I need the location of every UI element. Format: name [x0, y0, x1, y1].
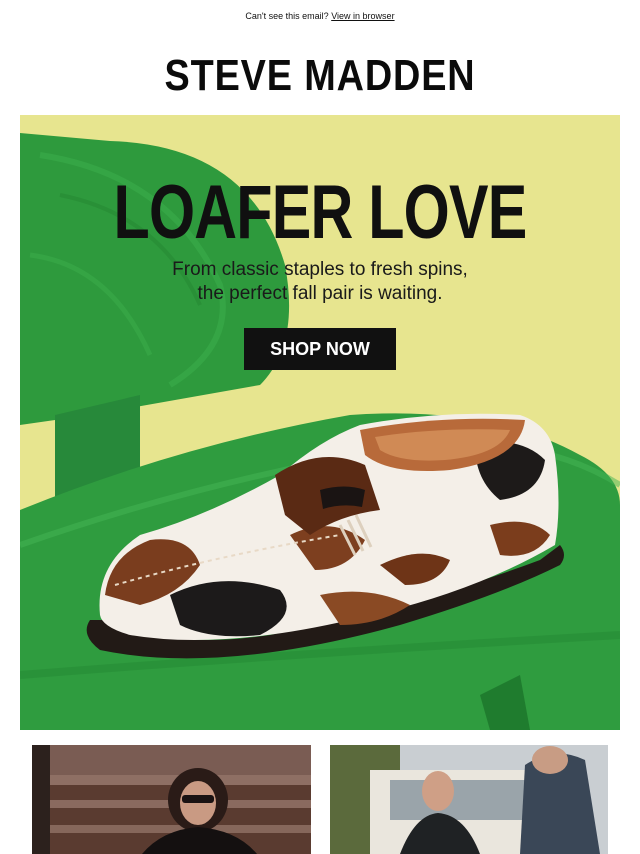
lifestyle-image-woman — [32, 745, 311, 854]
hero-banner[interactable]: LOAFER LOVE From classic staples to fres… — [20, 115, 620, 730]
preheader-text: Can't see this email? — [245, 11, 329, 21]
hero-headline: LOAFER LOVE — [113, 170, 528, 255]
hero-subcopy-line-1: From classic staples to fresh spins, — [172, 259, 468, 280]
preheader: Can't see this email? View in browser — [0, 11, 640, 21]
view-in-browser-link[interactable]: View in browser — [331, 11, 394, 21]
product-tile-left[interactable] — [32, 745, 311, 854]
lifestyle-image-men — [330, 745, 608, 854]
product-tile-right[interactable] — [330, 745, 608, 854]
shop-now-button[interactable]: SHOP NOW — [244, 328, 396, 370]
brand-logo[interactable]: STEVE MADDEN — [45, 50, 595, 102]
hero-subcopy: From classic staples to fresh spins, the… — [20, 258, 620, 306]
hero-subcopy-line-2: the perfect fall pair is waiting. — [197, 283, 443, 304]
